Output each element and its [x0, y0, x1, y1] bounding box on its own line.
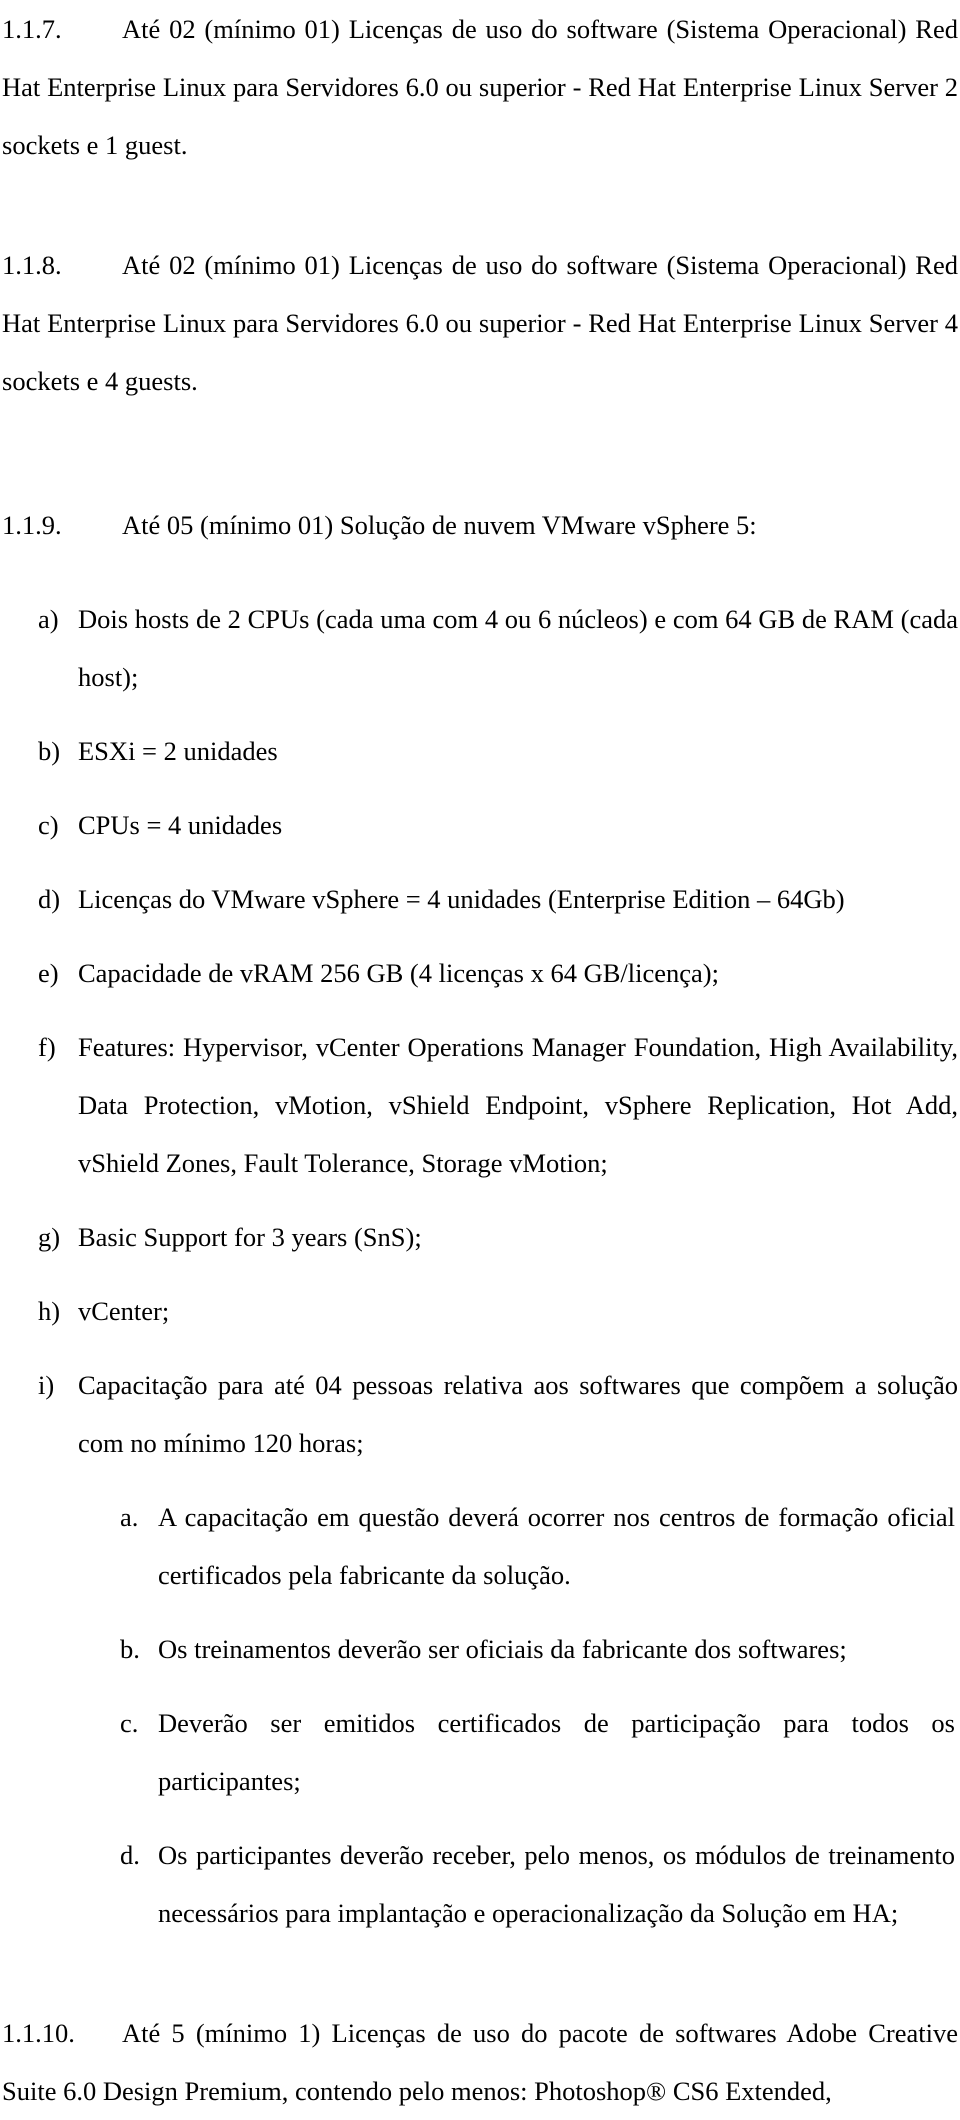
list-item-text: Os participantes deverão receber, pelo m… — [158, 1840, 955, 1928]
clause-text: Até 02 (mínimo 01) Licenças de uso do so… — [2, 14, 958, 160]
clause-text: Até 02 (mínimo 01) Licenças de uso do so… — [2, 250, 958, 396]
list-marker: c) — [38, 810, 59, 840]
list-marker: f) — [38, 1032, 56, 1062]
list-item-text: Basic Support for 3 years (SnS); — [78, 1222, 422, 1252]
clause-text: Até 05 (mínimo 01) Solução de nuvem VMwa… — [122, 510, 757, 540]
list-item-text: Os treinamentos deverão ser oficiais da … — [158, 1634, 847, 1664]
vsphere-specification-list: a) Dois hosts de 2 CPUs (cada uma com 4 … — [0, 590, 960, 1472]
list-item-text: Capacitação para até 04 pessoas relativa… — [78, 1370, 958, 1458]
list-marker: c. — [120, 1708, 139, 1738]
list-item-text: Deverão ser emitidos certificados de par… — [158, 1708, 955, 1796]
list-marker: e) — [38, 958, 59, 988]
clause-number: 1.1.8. — [2, 250, 62, 280]
clause-1-1-10: 1.1.10. Até 5 (mínimo 1) Licenças de uso … — [0, 2004, 960, 2120]
clause-1-1-7: 1.1.7. Até 02 (mínimo 01) Licenças de uso… — [0, 0, 960, 174]
list-item: d) Licenças do VMware vSphere = 4 unidad… — [0, 870, 960, 928]
list-marker: a. — [120, 1502, 139, 1532]
list-item: b. Os treinamentos deverão ser oficiais … — [0, 1620, 960, 1678]
list-item-text: Capacidade de vRAM 256 GB (4 licenças x … — [78, 958, 719, 988]
list-item: f) Features: Hypervisor, vCenter Operati… — [0, 1018, 960, 1192]
clause-number: 1.1.10. — [2, 2018, 75, 2048]
list-item-text: Dois hosts de 2 CPUs (cada uma com 4 ou … — [78, 604, 958, 692]
list-item-text: vCenter; — [78, 1296, 170, 1326]
list-item: i) Capacitação para até 04 pessoas relat… — [0, 1356, 960, 1472]
clause-text: Até 5 (mínimo 1) Licenças de uso do paco… — [2, 2018, 958, 2106]
list-item: h) vCenter; — [0, 1282, 960, 1340]
clause-1-1-9: 1.1.9. Até 05 (mínimo 01) Solução de nuve… — [0, 496, 960, 554]
list-marker: d. — [120, 1840, 140, 1870]
clause-number: 1.1.7. — [2, 14, 62, 44]
list-marker: b) — [38, 736, 61, 766]
list-item: a. A capacitação em questão deverá ocorr… — [0, 1488, 960, 1604]
list-marker: d) — [38, 884, 61, 914]
list-item: b) ESXi = 2 unidades — [0, 722, 960, 780]
clause-number: 1.1.9. — [2, 510, 62, 540]
list-marker: b. — [120, 1634, 140, 1664]
clause-1-1-8: 1.1.8. Até 02 (mínimo 01) Licenças de uso… — [0, 236, 960, 410]
list-item-text: Features: Hypervisor, vCenter Operations… — [78, 1032, 958, 1178]
list-item-text: ESXi = 2 unidades — [78, 736, 278, 766]
list-item-text: CPUs = 4 unidades — [78, 810, 283, 840]
list-item: d. Os participantes deverão receber, pel… — [0, 1826, 960, 1942]
list-item: c. Deverão ser emitidos certificados de … — [0, 1694, 960, 1810]
training-requirements-list: a. A capacitação em questão deverá ocorr… — [0, 1488, 960, 1942]
list-marker: g) — [38, 1222, 61, 1252]
list-item-text: A capacitação em questão deverá ocorrer … — [158, 1502, 955, 1590]
list-item: c) CPUs = 4 unidades — [0, 796, 960, 854]
list-item: g) Basic Support for 3 years (SnS); — [0, 1208, 960, 1266]
list-item: e) Capacidade de vRAM 256 GB (4 licenças… — [0, 944, 960, 1002]
list-item: a) Dois hosts de 2 CPUs (cada uma com 4 … — [0, 590, 960, 706]
list-marker: a) — [38, 604, 59, 634]
document-page: 1.1.7. Até 02 (mínimo 01) Licenças de uso… — [0, 0, 960, 2106]
list-marker: i) — [38, 1370, 55, 1400]
list-marker: h) — [38, 1296, 61, 1326]
list-item-text: Licenças do VMware vSphere = 4 unidades … — [78, 884, 845, 914]
